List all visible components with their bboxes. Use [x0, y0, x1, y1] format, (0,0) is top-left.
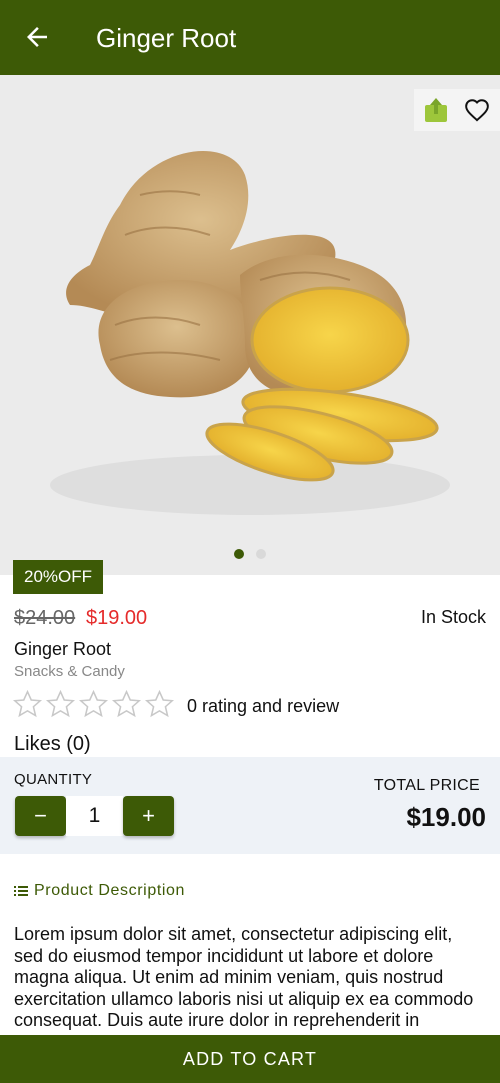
- page-title: Ginger Root: [96, 23, 237, 53]
- likes-count: Likes (0): [14, 733, 91, 755]
- carousel-dot[interactable]: [256, 549, 266, 559]
- product-description-text: Lorem ipsum dolor sit amet, consectetur …: [14, 924, 474, 1032]
- product-description-heading[interactable]: Product Description: [14, 882, 185, 900]
- app-bar: Ginger Root: [0, 0, 500, 75]
- carousel-dot-active[interactable]: [234, 549, 244, 559]
- share-icon[interactable]: [424, 97, 448, 123]
- description-heading-label: Product Description: [34, 882, 186, 899]
- quantity-section: QUANTITY − 1 + TOTAL PRICE $19.00: [0, 757, 500, 854]
- rating-summary[interactable]: 0 rating and review: [187, 696, 339, 717]
- quantity-label: QUANTITY: [14, 771, 93, 788]
- total-price-value: $19.00: [406, 802, 486, 832]
- star-icon[interactable]: [111, 688, 142, 720]
- star-icon[interactable]: [144, 688, 175, 720]
- star-icon[interactable]: [78, 688, 109, 720]
- decrement-quantity-button[interactable]: −: [15, 796, 66, 836]
- list-icon: [14, 886, 28, 896]
- favorite-heart-icon[interactable]: [464, 97, 490, 123]
- carousel-indicator: [0, 549, 500, 559]
- star-rating[interactable]: [12, 688, 175, 720]
- ginger-root-image: [50, 151, 450, 515]
- product-name: Ginger Root: [14, 639, 112, 659]
- product-image-carousel[interactable]: [0, 75, 500, 575]
- total-price-label: TOTAL PRICE: [373, 777, 480, 794]
- stock-status: In Stock: [420, 607, 486, 627]
- discount-badge: 20%OFF: [13, 560, 103, 594]
- original-price: $24.00: [14, 607, 76, 629]
- increment-quantity-button[interactable]: +: [123, 796, 174, 836]
- sale-price: $19.00: [86, 607, 148, 629]
- image-actions: [414, 89, 500, 131]
- add-to-cart-button[interactable]: ADD TO CART: [0, 1035, 500, 1083]
- product-category: Snacks & Candy: [14, 663, 125, 680]
- star-icon[interactable]: [12, 688, 43, 720]
- back-arrow-icon[interactable]: [22, 22, 52, 52]
- star-icon[interactable]: [45, 688, 76, 720]
- quantity-value[interactable]: 1: [66, 796, 123, 836]
